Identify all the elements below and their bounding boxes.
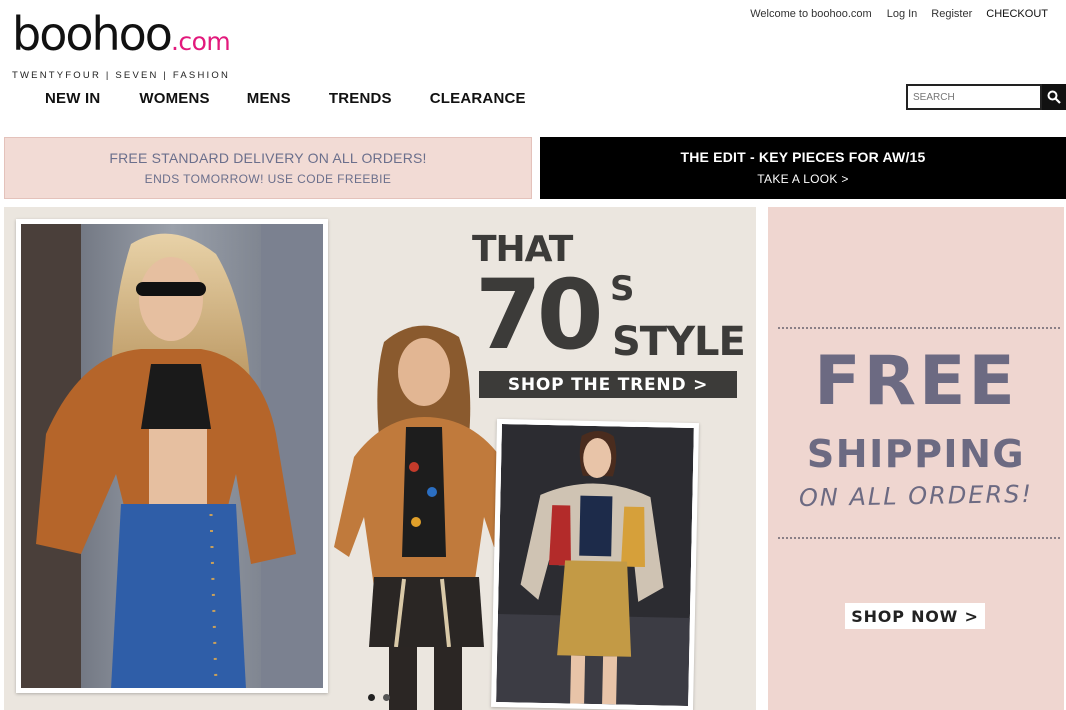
- free-shipping-free: FREE: [814, 342, 1018, 421]
- hero-photo-fur-coat: [491, 418, 699, 710]
- hero-photo-suede-jacket: [16, 219, 328, 693]
- nav-item-trends[interactable]: TRENDS: [329, 90, 392, 107]
- free-shipping-banner[interactable]: FREE SHIPPING ON ALL ORDERS! SHOP NOW >: [768, 207, 1064, 710]
- nav-item-new-in[interactable]: NEW IN: [45, 90, 100, 107]
- search-button[interactable]: [1042, 84, 1066, 110]
- search-input[interactable]: [906, 84, 1042, 110]
- checkout-link[interactable]: CHECKOUT: [979, 8, 1048, 20]
- hero-banner-70s-style[interactable]: THAT 70 S STYLE SHOP THE TREND >: [4, 207, 756, 710]
- logo-dotcom: .com: [170, 27, 231, 56]
- login-link[interactable]: Log In: [880, 8, 925, 20]
- welcome-text: Welcome to boohoo.com: [750, 8, 872, 20]
- register-link[interactable]: Register: [924, 8, 979, 20]
- free-shipping-shipping: SHIPPING: [806, 432, 1026, 476]
- logo-word: boohoo: [12, 7, 173, 61]
- dotted-divider-bottom: [778, 537, 1060, 539]
- search-box: [906, 84, 1066, 110]
- the-edit-headline: THE EDIT - KEY PIECES FOR AW/15: [680, 149, 926, 165]
- nav-item-clearance[interactable]: CLEARANCE: [430, 90, 526, 107]
- boohoo-logo[interactable]: boohoo.com TWENTYFOUR | SEVEN | FASHION: [12, 11, 242, 81]
- free-delivery-headline: FREE STANDARD DELIVERY ON ALL ORDERS!: [109, 150, 427, 166]
- main-nav: NEW IN WOMENS MENS TRENDS CLEARANCE: [45, 90, 526, 107]
- headline-style: STYLE: [612, 319, 746, 365]
- account-links: Welcome to boohoo.com Log In Register CH…: [743, 8, 1048, 20]
- shop-now-button[interactable]: SHOP NOW >: [845, 603, 985, 629]
- carousel-dot-2[interactable]: [383, 694, 390, 701]
- logo-tagline: TWENTYFOUR | SEVEN | FASHION: [12, 70, 231, 81]
- free-delivery-banner[interactable]: FREE STANDARD DELIVERY ON ALL ORDERS! EN…: [4, 137, 532, 199]
- free-delivery-code: ENDS TOMORROW! USE CODE FREEBIE: [144, 172, 392, 186]
- dotted-divider-top: [778, 327, 1060, 329]
- nav-item-womens[interactable]: WOMENS: [139, 90, 209, 107]
- logo-wordmark: boohoo.com: [12, 11, 242, 64]
- headline-s: S: [610, 269, 635, 309]
- take-a-look-link[interactable]: TAKE A LOOK >: [540, 172, 1066, 186]
- hero-carousel-dots: [368, 694, 390, 701]
- carousel-dot-1[interactable]: [368, 694, 375, 701]
- the-edit-banner[interactable]: THE EDIT - KEY PIECES FOR AW/15 TAKE A L…: [540, 137, 1066, 199]
- model-image-1: [21, 224, 323, 688]
- hero-headline: THAT 70 S STYLE: [472, 229, 746, 365]
- search-icon: [1047, 90, 1061, 104]
- nav-item-mens[interactable]: MENS: [247, 90, 291, 107]
- model-image-3: [496, 424, 694, 706]
- free-shipping-on-all-orders: ON ALL ORDERS!: [798, 479, 1034, 513]
